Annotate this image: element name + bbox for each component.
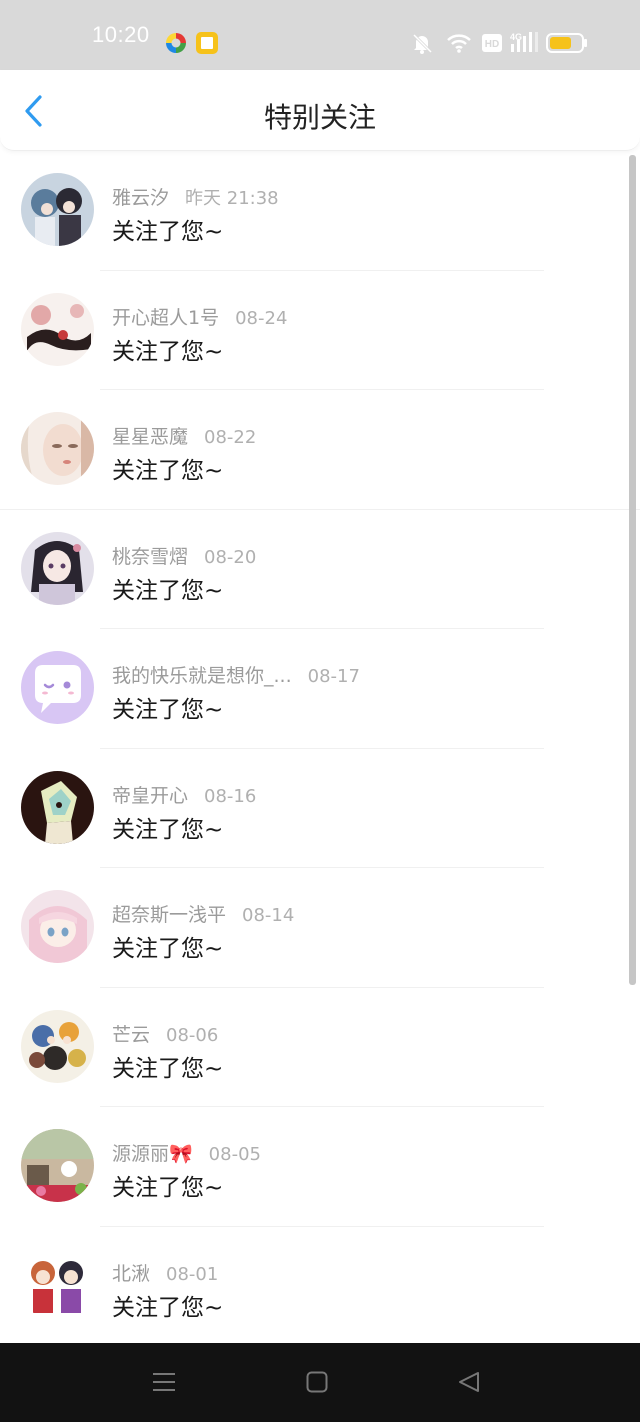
- item-message: 关注了您~: [112, 577, 224, 604]
- avatar[interactable]: [21, 890, 94, 963]
- item-date: 08-24: [235, 307, 288, 329]
- user-name: 桃奈雪熠: [112, 545, 189, 568]
- list-item[interactable]: 雅云汐 昨天 21:38 关注了您~: [0, 151, 630, 271]
- avatar[interactable]: [21, 1009, 94, 1083]
- follow-list: 雅云汐 昨天 21:38 关注了您~ 开心超人1号 08-24 关注了您~ 星星…: [0, 151, 640, 1347]
- item-message: 关注了您~: [112, 338, 224, 365]
- user-name: 帝皇开心: [112, 784, 189, 807]
- list-item[interactable]: 源源丽🎀 08-05 关注了您~: [0, 1107, 630, 1227]
- list-item[interactable]: 星星恶魔 08-22 关注了您~: [0, 390, 640, 510]
- note-app-icon: [196, 32, 218, 54]
- svg-text:4G: 4G: [510, 32, 522, 42]
- back-triangle-icon[interactable]: [458, 1371, 480, 1393]
- mute-bell-icon: [412, 33, 433, 54]
- item-message: 关注了您~: [112, 697, 224, 723]
- user-name: 我的快乐就是想你_...: [112, 665, 292, 687]
- user-name: 源源丽🎀: [112, 1143, 193, 1165]
- app-notification-icon: [166, 33, 186, 53]
- avatar[interactable]: [21, 412, 94, 485]
- item-date: 08-14: [242, 905, 295, 926]
- page-title: 特别关注: [263, 101, 376, 134]
- wifi-icon: [447, 34, 471, 53]
- avatar[interactable]: [21, 651, 94, 724]
- user-name: 超奈斯一浅平: [112, 904, 227, 926]
- avatar[interactable]: [21, 173, 94, 246]
- item-message: 关注了您~: [112, 816, 224, 843]
- list-item[interactable]: 帝皇开心 08-16 关注了您~: [0, 749, 630, 868]
- user-name: 芒云: [112, 1023, 151, 1046]
- item-date: 08-05: [208, 1144, 261, 1165]
- list-item[interactable]: 我的快乐就是想你_... 08-17 关注了您~: [0, 629, 630, 749]
- avatar[interactable]: [21, 531, 94, 605]
- status-time: 10:20: [92, 22, 150, 47]
- item-message: 关注了您~: [112, 936, 224, 962]
- battery-icon: [546, 33, 587, 53]
- user-name: 星星恶魔: [112, 426, 189, 448]
- item-message: 关注了您~: [112, 1294, 224, 1321]
- avatar[interactable]: [21, 770, 94, 844]
- item-message: 关注了您~: [112, 1055, 224, 1082]
- list-item[interactable]: 超奈斯一浅平 08-14 关注了您~: [0, 868, 630, 988]
- item-date: 昨天 21:38: [185, 188, 279, 209]
- list-item[interactable]: 桃奈雪熠 08-20 关注了您~: [0, 510, 630, 629]
- avatar[interactable]: [21, 292, 94, 366]
- item-date: 08-16: [204, 785, 257, 807]
- item-message: 关注了您~: [112, 1175, 224, 1201]
- home-icon[interactable]: [306, 1371, 328, 1393]
- item-message: 关注了您~: [112, 219, 224, 245]
- item-date: 08-20: [204, 546, 257, 568]
- status-bar: 10:20 HD 4G: [0, 0, 640, 70]
- header-bar: 特别关注: [0, 70, 640, 151]
- avatar[interactable]: [21, 1248, 94, 1322]
- item-date: 08-22: [204, 427, 257, 448]
- hd-icon: HD: [482, 34, 502, 52]
- item-date: 08-17: [307, 666, 360, 687]
- user-name: 开心超人1号: [112, 306, 220, 329]
- list-item[interactable]: 开心超人1号 08-24 关注了您~: [0, 271, 630, 390]
- list-item[interactable]: 北湫 08-01 关注了您~: [0, 1227, 630, 1347]
- avatar[interactable]: [21, 1129, 94, 1202]
- system-nav-bar: [0, 1343, 640, 1422]
- item-message: 关注了您~: [112, 458, 224, 484]
- menu-icon[interactable]: [152, 1370, 176, 1394]
- signal-4g-icon: 4G: [510, 32, 538, 52]
- item-date: 08-01: [166, 1263, 219, 1285]
- list-item[interactable]: 芒云 08-06 关注了您~: [0, 988, 630, 1107]
- item-date: 08-06: [166, 1024, 219, 1046]
- user-name: 雅云汐: [112, 187, 170, 209]
- svg-text:HD: HD: [485, 39, 499, 50]
- user-name: 北湫: [112, 1262, 151, 1285]
- scrollbar[interactable]: [629, 155, 636, 985]
